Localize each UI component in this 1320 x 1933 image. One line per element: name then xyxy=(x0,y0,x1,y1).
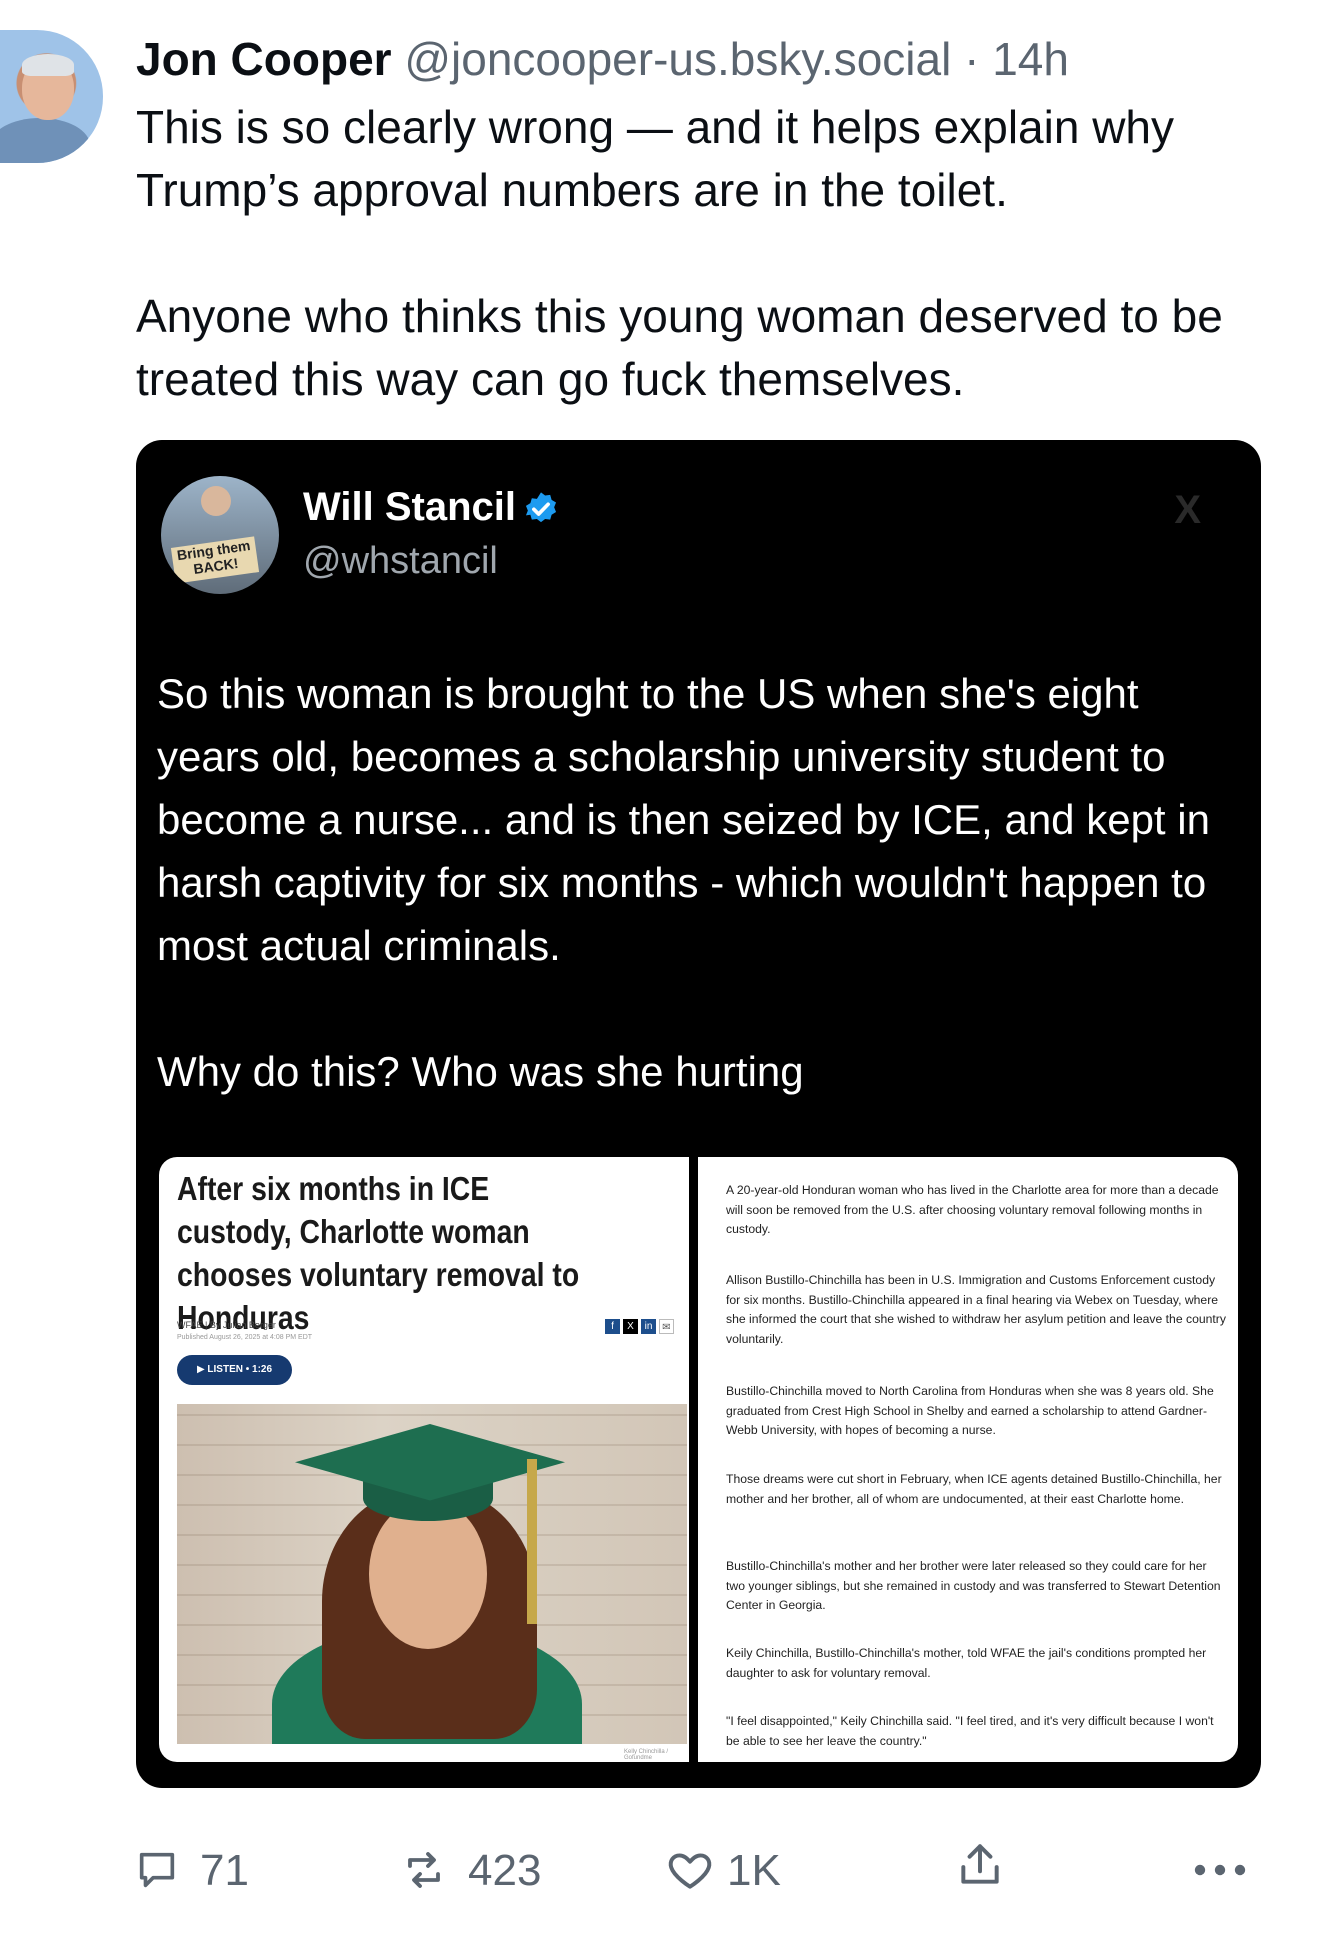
x-logo-icon: X xyxy=(1174,488,1201,532)
like-count: 1K xyxy=(727,1846,781,1895)
reply-button[interactable]: 71 xyxy=(134,1840,254,1900)
reply-icon xyxy=(139,1852,175,1888)
email-icon: ✉ xyxy=(659,1319,674,1334)
author-handle[interactable]: @joncooper-us.bsky.social xyxy=(404,33,951,85)
reply-count: 71 xyxy=(200,1846,249,1895)
quoted-paragraph: Why do this? Who was she hurting xyxy=(157,1048,804,1095)
graduate-photo xyxy=(177,1404,687,1744)
article-paragraph: "I feel disappointed," Keily Chinchilla … xyxy=(726,1714,1214,1748)
author-name[interactable]: Jon Cooper xyxy=(136,33,392,85)
like-button[interactable]: 1K xyxy=(665,1840,795,1900)
header-separator: · xyxy=(964,33,980,85)
linkedin-icon: in xyxy=(641,1319,656,1334)
heart-icon xyxy=(668,1853,712,1889)
photo-face xyxy=(369,1499,487,1649)
article-paragraph: A 20-year-old Honduran woman who has liv… xyxy=(726,1183,1219,1236)
article-paragraph: Keily Chinchilla, Bustillo-Chinchilla's … xyxy=(726,1646,1207,1680)
listen-button: ▶ LISTEN • 1:26 xyxy=(177,1355,292,1385)
article-image-right: A 20-year-old Honduran woman who has liv… xyxy=(698,1157,1238,1762)
avatar-hair xyxy=(22,54,74,76)
article-paragraph: Allison Bustillo-Chinchilla has been in … xyxy=(726,1273,1226,1346)
post-timestamp[interactable]: 14h xyxy=(992,33,1069,85)
share-button[interactable] xyxy=(955,1838,1011,1900)
photo-credit: Kelly Chinchilla / Gofundme xyxy=(624,1749,669,1761)
post-paragraph: Anyone who thinks this young woman deser… xyxy=(136,290,1223,405)
quoted-author-handle: @whstancil xyxy=(303,540,498,582)
article-paragraph: Those dreams were cut short in February,… xyxy=(726,1472,1222,1506)
quoted-author-name: Will Stancil xyxy=(303,485,517,529)
avatar-shirt xyxy=(0,118,90,163)
avatar-sign: Bring them BACK! xyxy=(170,536,260,584)
verified-badge-icon xyxy=(525,492,557,523)
article-published-date: Published August 26, 2025 at 4:08 PM EDT xyxy=(177,1334,313,1341)
avatar-figure xyxy=(201,486,231,516)
quoted-author-avatar: Bring them BACK! xyxy=(161,476,279,594)
post-paragraph: This is so clearly wrong — and it helps … xyxy=(136,101,1175,216)
quoted-post-body: So this woman is brought to the US when … xyxy=(157,662,1247,1166)
article-paragraph: Bustillo-Chinchilla moved to North Carol… xyxy=(726,1384,1214,1437)
share-icons: f X in ✉ xyxy=(605,1319,674,1334)
repost-button[interactable]: 423 xyxy=(400,1840,560,1900)
share-icon xyxy=(961,1844,999,1884)
post-header: Jon Cooper @joncooper-us.bsky.social · 1… xyxy=(136,31,1069,87)
article-image-left: After six months in ICE custody, Charlot… xyxy=(159,1157,689,1762)
article-headline: After six months in ICE custody, Charlot… xyxy=(177,1170,580,1336)
post-body: This is so clearly wrong — and it helps … xyxy=(136,96,1256,474)
repost-count: 423 xyxy=(468,1846,542,1895)
ellipsis-icon xyxy=(1194,1864,1246,1876)
repost-icon xyxy=(408,1852,440,1888)
author-avatar[interactable] xyxy=(0,30,103,163)
photo-tassel xyxy=(527,1459,537,1624)
article-paragraph: Bustillo-Chinchilla's mother and her bro… xyxy=(726,1559,1221,1612)
article-byline: WFAE | By Julian Berger xyxy=(177,1320,276,1330)
facebook-icon: f xyxy=(605,1319,620,1334)
more-options-button[interactable] xyxy=(1190,1850,1252,1890)
x-share-icon: X xyxy=(623,1319,638,1334)
embedded-screenshot[interactable]: Bring them BACK! Will Stancil @whstancil … xyxy=(136,440,1261,1788)
quoted-paragraph: So this woman is brought to the US when … xyxy=(157,670,1210,969)
